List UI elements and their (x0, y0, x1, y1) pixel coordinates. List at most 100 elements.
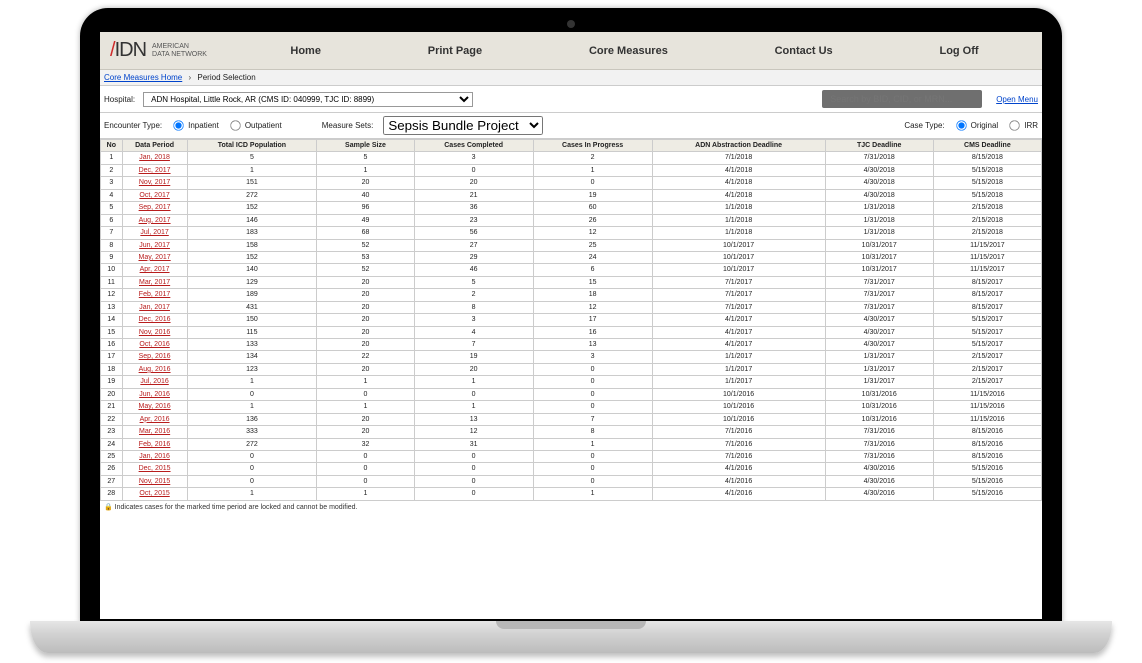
cell-no: 7 (101, 227, 123, 239)
cell-period: Nov, 2017 (122, 177, 187, 189)
cell-completed: 20 (414, 177, 533, 189)
cell-population: 1 (187, 376, 317, 388)
cell-sample: 1 (317, 401, 414, 413)
period-link[interactable]: Mar, 2017 (139, 279, 170, 286)
cell-population: 152 (187, 251, 317, 263)
period-link[interactable]: Oct, 2015 (139, 490, 169, 497)
period-link[interactable]: Mar, 2016 (139, 428, 170, 435)
open-menu-link[interactable]: Open Menu (996, 95, 1038, 104)
nav-log-off[interactable]: Log Off (931, 41, 986, 61)
cell-cms: 2/15/2017 (933, 376, 1041, 388)
cell-completed: 19 (414, 351, 533, 363)
cell-population: 333 (187, 426, 317, 438)
period-link[interactable]: Jul, 2017 (140, 229, 168, 236)
cell-adn: 7/1/2017 (652, 301, 825, 313)
period-link[interactable]: Apr, 2016 (140, 416, 170, 423)
nav-print-page[interactable]: Print Page (420, 41, 490, 61)
cell-population: 0 (187, 450, 317, 462)
measure-sets-select[interactable]: Sepsis Bundle Project (383, 116, 543, 135)
period-link[interactable]: Dec, 2017 (139, 167, 171, 174)
cell-adn: 7/1/2016 (652, 438, 825, 450)
period-link[interactable]: Oct, 2017 (139, 192, 169, 199)
cell-no: 21 (101, 401, 123, 413)
hospital-select[interactable]: ADN Hospital, Little Rock, AR (CMS ID: 0… (143, 92, 473, 107)
period-link[interactable]: Jun, 2017 (139, 242, 170, 249)
cell-adn: 1/1/2018 (652, 227, 825, 239)
cell-adn: 10/1/2016 (652, 401, 825, 413)
table-row: 11Mar, 2017129205157/1/20177/31/20178/15… (101, 276, 1042, 288)
cell-period: Apr, 2017 (122, 264, 187, 276)
period-link[interactable]: Oct, 2016 (139, 341, 169, 348)
cell-sample: 0 (317, 475, 414, 487)
cell-cms: 2/15/2018 (933, 227, 1041, 239)
nav-contact-us[interactable]: Contact Us (767, 41, 841, 61)
period-link[interactable]: Apr, 2017 (140, 266, 170, 273)
cell-period: Oct, 2015 (122, 488, 187, 500)
breadcrumb-home-link[interactable]: Core Measures Home (104, 73, 182, 82)
case-type-original-radio[interactable] (956, 120, 966, 130)
cell-population: 133 (187, 339, 317, 351)
data-table: No Data Period Total ICD Population Samp… (100, 139, 1042, 501)
period-link[interactable]: May, 2017 (138, 254, 170, 261)
cell-tjc: 7/31/2017 (825, 289, 933, 301)
period-link[interactable]: Aug, 2017 (139, 217, 171, 224)
breadcrumb-separator: › (188, 73, 191, 82)
period-link[interactable]: Jan, 2017 (139, 304, 170, 311)
period-link[interactable]: Jan, 2016 (139, 453, 170, 460)
hospital-label: Hospital: (104, 95, 135, 104)
period-link[interactable]: Nov, 2015 (139, 478, 170, 485)
table-row: 21May, 2016111010/1/201610/31/201611/15/… (101, 401, 1042, 413)
cell-no: 22 (101, 413, 123, 425)
nav-core-measures[interactable]: Core Measures (581, 41, 676, 61)
table-row: 5Sep, 20171529636601/1/20181/31/20182/15… (101, 202, 1042, 214)
table-row: 24Feb, 2016272323117/1/20167/31/20168/15… (101, 438, 1042, 450)
period-link[interactable]: Sep, 2017 (139, 204, 171, 211)
cell-cms: 5/15/2018 (933, 164, 1041, 176)
period-link[interactable]: Sep, 2016 (139, 353, 171, 360)
period-link[interactable]: Aug, 2016 (139, 366, 171, 373)
table-header-row: No Data Period Total ICD Population Samp… (101, 140, 1042, 152)
cell-no: 24 (101, 438, 123, 450)
th-completed: Cases Completed (414, 140, 533, 152)
cell-adn: 4/1/2016 (652, 463, 825, 475)
cell-cms: 8/15/2016 (933, 426, 1041, 438)
cell-sample: 20 (317, 276, 414, 288)
cell-adn: 4/1/2018 (652, 164, 825, 176)
period-link[interactable]: Jun, 2016 (139, 391, 170, 398)
period-link[interactable]: Feb, 2017 (139, 291, 171, 298)
cell-progress: 1 (533, 488, 652, 500)
period-link[interactable]: May, 2016 (138, 403, 170, 410)
case-type-original-label: Original (971, 121, 999, 130)
period-link[interactable]: Jan, 2018 (139, 154, 170, 161)
cell-completed: 1 (414, 376, 533, 388)
period-link[interactable]: Nov, 2016 (139, 329, 170, 336)
cell-tjc: 4/30/2018 (825, 189, 933, 201)
cell-cms: 8/15/2018 (933, 152, 1041, 164)
cell-completed: 0 (414, 463, 533, 475)
cell-progress: 12 (533, 227, 652, 239)
case-type-irr-radio[interactable] (1010, 120, 1020, 130)
cell-period: Jan, 2018 (122, 152, 187, 164)
period-link[interactable]: Dec, 2015 (139, 465, 171, 472)
encounter-outpatient-radio[interactable] (230, 120, 240, 130)
cell-cms: 11/15/2017 (933, 251, 1041, 263)
period-link[interactable]: Nov, 2017 (139, 179, 170, 186)
cell-population: 123 (187, 363, 317, 375)
nav-home[interactable]: Home (282, 41, 329, 61)
cell-progress: 17 (533, 314, 652, 326)
cell-population: 1 (187, 164, 317, 176)
period-link[interactable]: Feb, 2016 (139, 441, 171, 448)
cell-progress: 0 (533, 177, 652, 189)
encounter-inpatient-radio[interactable] (173, 120, 183, 130)
cell-completed: 5 (414, 276, 533, 288)
period-link[interactable]: Jul, 2016 (140, 378, 168, 385)
table-row: 10Apr, 20171405246610/1/201710/31/201711… (101, 264, 1042, 276)
search-input[interactable] (822, 90, 982, 108)
cell-tjc: 7/31/2017 (825, 301, 933, 313)
cell-period: Sep, 2016 (122, 351, 187, 363)
cell-period: Dec, 2016 (122, 314, 187, 326)
period-link[interactable]: Dec, 2016 (139, 316, 171, 323)
cell-population: 134 (187, 351, 317, 363)
cell-cms: 5/15/2017 (933, 339, 1041, 351)
cell-progress: 13 (533, 339, 652, 351)
